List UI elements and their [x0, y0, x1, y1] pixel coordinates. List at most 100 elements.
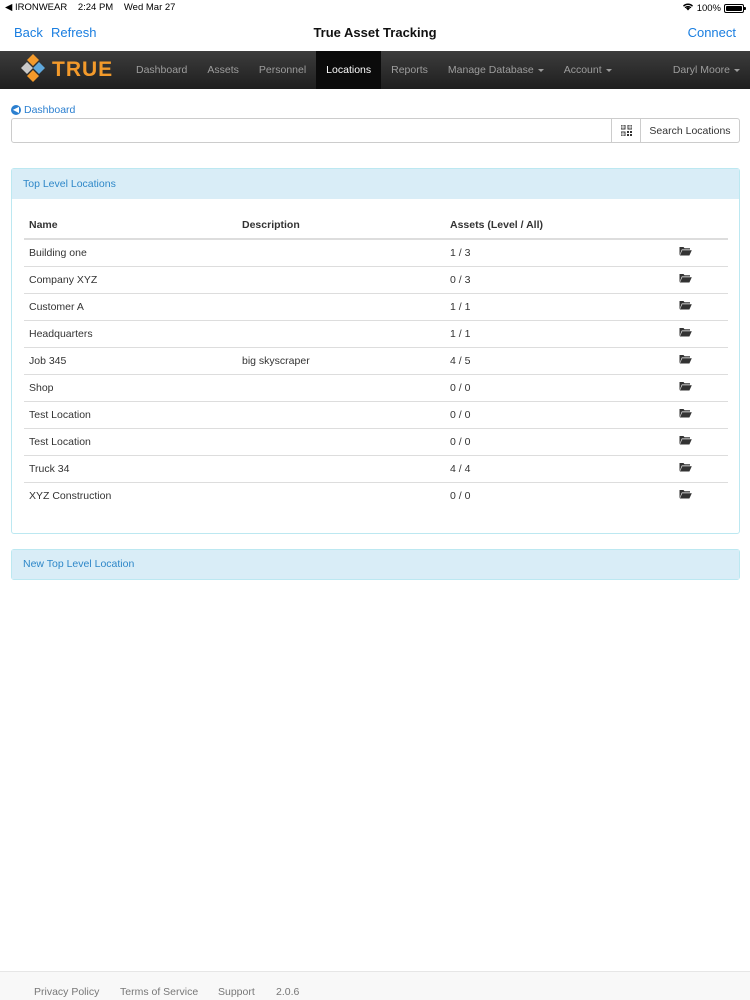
true-logo-icon [20, 53, 46, 88]
location-description [237, 293, 445, 321]
folder-open-icon[interactable] [679, 354, 692, 367]
location-name: Building one [24, 239, 237, 267]
new-location-heading[interactable]: New Top Level Location [12, 550, 739, 579]
table-row[interactable]: Test Location 0 / 0 [24, 401, 728, 429]
folder-open-icon[interactable] [679, 489, 692, 502]
location-description [237, 401, 445, 429]
nav-dashboard[interactable]: Dashboard [126, 51, 197, 89]
table-row[interactable]: Building one 1 / 3 [24, 239, 728, 267]
location-assets: 1 / 1 [445, 320, 677, 348]
location-name: XYZ Construction [29, 489, 112, 502]
location-description: big skyscraper [237, 347, 445, 375]
nav-manage-database-label: Manage Database [447, 64, 534, 76]
connect-button[interactable]: Connect [688, 25, 736, 40]
location-assets: 0 / 0 [445, 401, 677, 429]
location-assets: 0 / 0 [450, 489, 471, 502]
folder-open-icon[interactable] [679, 462, 692, 475]
folder-open-icon[interactable] [679, 435, 692, 448]
folder-open-icon[interactable] [679, 408, 692, 421]
folder-open-icon[interactable] [679, 300, 692, 313]
location-description [237, 239, 445, 267]
column-header-assets: Assets (Level / All) [445, 211, 677, 240]
locations-table: Name Description Assets (Level / All) Bu… [24, 211, 728, 509]
version-label: 2.0.6 [276, 986, 300, 998]
terms-of-service-link[interactable]: Terms of Service [120, 986, 198, 998]
privacy-policy-link[interactable]: Privacy Policy [34, 986, 99, 998]
carrier-label: ◀ IRONWEAR [5, 2, 68, 13]
breadcrumb-dashboard[interactable]: ◀ Dashboard [11, 104, 75, 116]
folder-open-icon[interactable] [679, 273, 692, 286]
panel-heading: Top Level Locations [12, 169, 739, 199]
location-name: Truck 34 [24, 455, 237, 483]
nav-reports[interactable]: Reports [381, 51, 438, 89]
location-actions [677, 401, 728, 429]
location-name: Job 345 [24, 347, 237, 375]
table-header-row: Name Description Assets (Level / All) [24, 211, 728, 240]
battery-percent: 100% [696, 2, 721, 14]
column-header-name: Name [24, 211, 237, 240]
user-name: Daryl Moore [672, 64, 730, 76]
location-actions [677, 428, 728, 456]
table-row[interactable]: XYZ Construction 0 / 0 [24, 482, 728, 509]
location-description [237, 428, 445, 456]
location-actions [677, 455, 728, 483]
table-row[interactable]: Test Location 0 / 0 [24, 428, 728, 456]
location-assets: 1 / 3 [445, 239, 677, 267]
nav-locations[interactable]: Locations [316, 51, 382, 89]
table-row[interactable]: Job 345 big skyscraper 4 / 5 [24, 347, 728, 375]
location-actions [677, 293, 728, 321]
nav-personnel[interactable]: Personnel [249, 51, 316, 89]
search-locations-button[interactable]: Search Locations [641, 118, 740, 143]
folder-open-icon[interactable] [679, 327, 692, 340]
table-row[interactable]: Company XYZ 0 / 3 [24, 266, 728, 294]
column-header-actions [677, 211, 728, 240]
qr-code-icon [620, 125, 632, 136]
search-input[interactable] [11, 118, 612, 143]
location-actions [677, 374, 728, 402]
battery-icon [724, 3, 746, 13]
column-header-description: Description [237, 211, 445, 240]
app-title: True Asset Tracking [313, 25, 437, 40]
nav-links: Dashboard Assets Personnel Locations Rep… [126, 51, 622, 89]
user-menu[interactable]: Daryl Moore [673, 51, 740, 89]
brand-logo[interactable]: TRUE [20, 53, 113, 88]
search-bar: Search Locations [11, 118, 740, 143]
location-name: Company XYZ [24, 266, 237, 294]
status-bar: ◀ IRONWEAR 2:24 PM Wed Mar 27 100% [0, 0, 750, 14]
folder-open-icon[interactable] [679, 246, 692, 259]
location-assets: 0 / 0 [445, 374, 677, 402]
location-actions [677, 239, 728, 267]
new-top-level-location-panel[interactable]: New Top Level Location [11, 549, 740, 580]
location-name: Test Location [24, 428, 237, 456]
table-row[interactable]: Shop 0 / 0 [24, 374, 728, 402]
caret-down-icon [537, 68, 544, 72]
nav-manage-database[interactable]: Manage Database [438, 51, 554, 89]
main-navbar: TRUE Dashboard Assets Personnel Location… [0, 51, 750, 89]
table-row[interactable]: Truck 34 4 / 4 [24, 455, 728, 483]
location-description [237, 482, 445, 509]
locations-table-body: Building one 1 / 3 Company XYZ 0 / 3 Custome… [24, 239, 728, 509]
location-assets: 4 / 5 [445, 347, 677, 375]
nav-account-label: Account [563, 64, 602, 76]
nav-account[interactable]: Account [554, 51, 622, 89]
nav-assets[interactable]: Assets [197, 51, 249, 89]
location-actions [677, 320, 728, 348]
location-actions [677, 482, 728, 509]
location-actions [677, 266, 728, 294]
qr-scan-button[interactable] [612, 118, 641, 143]
arrow-left-circle-icon: ◀ [11, 105, 21, 115]
status-date: Wed Mar 27 [123, 2, 176, 13]
location-assets: 1 / 1 [445, 293, 677, 321]
table-row[interactable]: Customer A 1 / 1 [24, 293, 728, 321]
footer: Privacy Policy Terms of Service Support … [0, 971, 750, 1000]
location-name: Headquarters [24, 320, 237, 348]
app-bar: Back Refresh True Asset Tracking Connect [0, 17, 750, 49]
location-assets: 0 / 0 [445, 428, 677, 456]
table-row[interactable]: Headquarters 1 / 1 [24, 320, 728, 348]
location-description [237, 455, 445, 483]
support-link[interactable]: Support [218, 986, 255, 998]
location-actions [677, 347, 728, 375]
folder-open-icon[interactable] [679, 381, 692, 394]
location-assets: 4 / 4 [445, 455, 677, 483]
location-assets: 0 / 3 [445, 266, 677, 294]
